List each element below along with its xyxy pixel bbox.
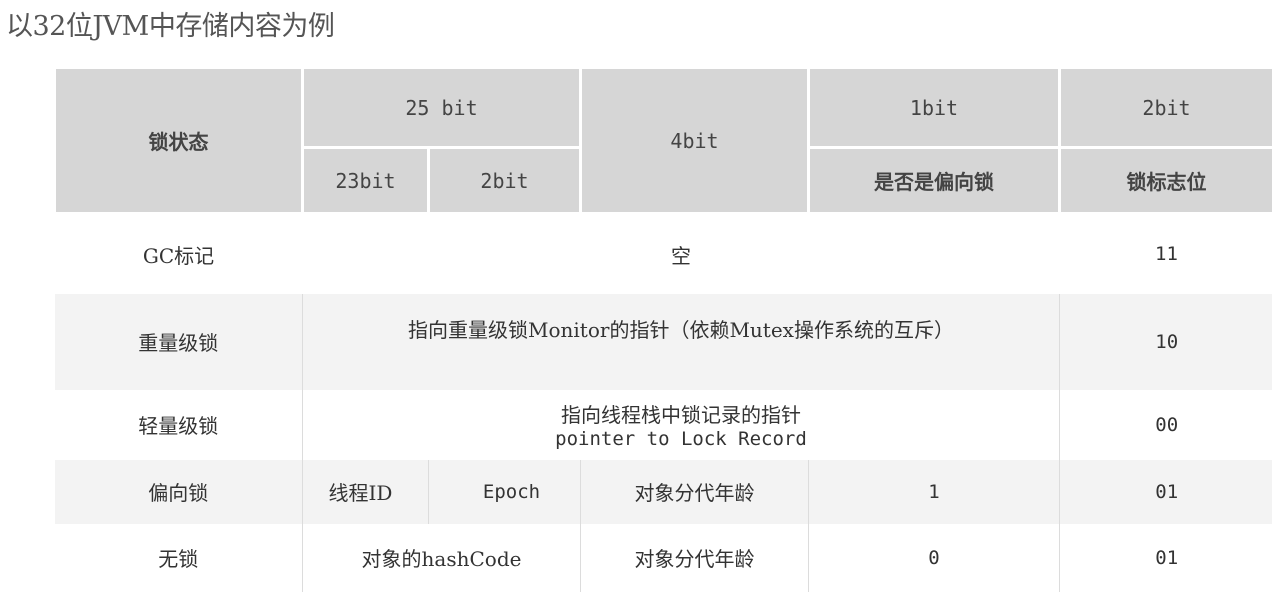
row-biased-bit: 1: [809, 460, 1060, 524]
header-23bit: 23bit: [303, 148, 429, 214]
header-1bit: 1bit: [809, 68, 1060, 148]
row-nolock-hashcode: 对象的hashCode: [303, 524, 581, 592]
header-25bit: 25 bit: [303, 68, 581, 148]
header-2bit-flag: 2bit: [1060, 68, 1272, 148]
header-2bit-epoch: 2bit: [429, 148, 581, 214]
table-row: GC标记 空 11: [55, 214, 1272, 294]
header-4bit: 4bit: [581, 68, 809, 214]
row-nolock-flag: 01: [1060, 524, 1272, 592]
row-light-flag: 00: [1060, 390, 1272, 460]
row-biased-epoch: Epoch: [429, 460, 581, 524]
table-header: 锁状态 25 bit 4bit 1bit 2bit 23bit 2bit 是否是…: [55, 68, 1272, 214]
row-biased-state: 偏向锁: [55, 460, 303, 524]
row-biased-age: 对象分代年龄: [581, 460, 809, 524]
row-biased-thread-id: 线程ID: [303, 460, 429, 524]
table-row: 偏向锁 线程ID Epoch 对象分代年龄 1 01: [55, 460, 1272, 524]
row-heavy-state: 重量级锁: [55, 294, 303, 390]
row-light-content: 指向线程栈中锁记录的指针 pointer to Lock Record: [303, 390, 1060, 460]
row-gc-state: GC标记: [55, 214, 303, 294]
row-gc-content: 空: [303, 214, 1060, 294]
row-biased-flag: 01: [1060, 460, 1272, 524]
row-heavy-content: 指向重量级锁Monitor的指针（依赖Mutex操作系统的互斥）: [303, 294, 1060, 390]
row-light-content-en: pointer to Lock Record: [303, 428, 1059, 450]
table-row: 重量级锁 指向重量级锁Monitor的指针（依赖Mutex操作系统的互斥） 10: [55, 294, 1272, 390]
header-is-biased: 是否是偏向锁: [809, 148, 1060, 214]
page-title: 以32位JVM中存储内容为例: [6, 4, 334, 43]
header-lock-state: 锁状态: [55, 68, 303, 214]
header-lock-flag: 锁标志位: [1060, 148, 1272, 214]
mark-word-table: 锁状态 25 bit 4bit 1bit 2bit 23bit 2bit 是否是…: [53, 66, 1272, 592]
row-nolock-age: 对象分代年龄: [581, 524, 809, 592]
row-nolock-bit: 0: [809, 524, 1060, 592]
row-nolock-state: 无锁: [55, 524, 303, 592]
row-light-state: 轻量级锁: [55, 390, 303, 460]
row-heavy-flag: 10: [1060, 294, 1272, 390]
table-row: 轻量级锁 指向线程栈中锁记录的指针 pointer to Lock Record…: [55, 390, 1272, 460]
row-gc-flag: 11: [1060, 214, 1272, 294]
table-row: 无锁 对象的hashCode 对象分代年龄 0 01: [55, 524, 1272, 592]
row-light-content-cn: 指向线程栈中锁记录的指针: [303, 399, 1059, 428]
